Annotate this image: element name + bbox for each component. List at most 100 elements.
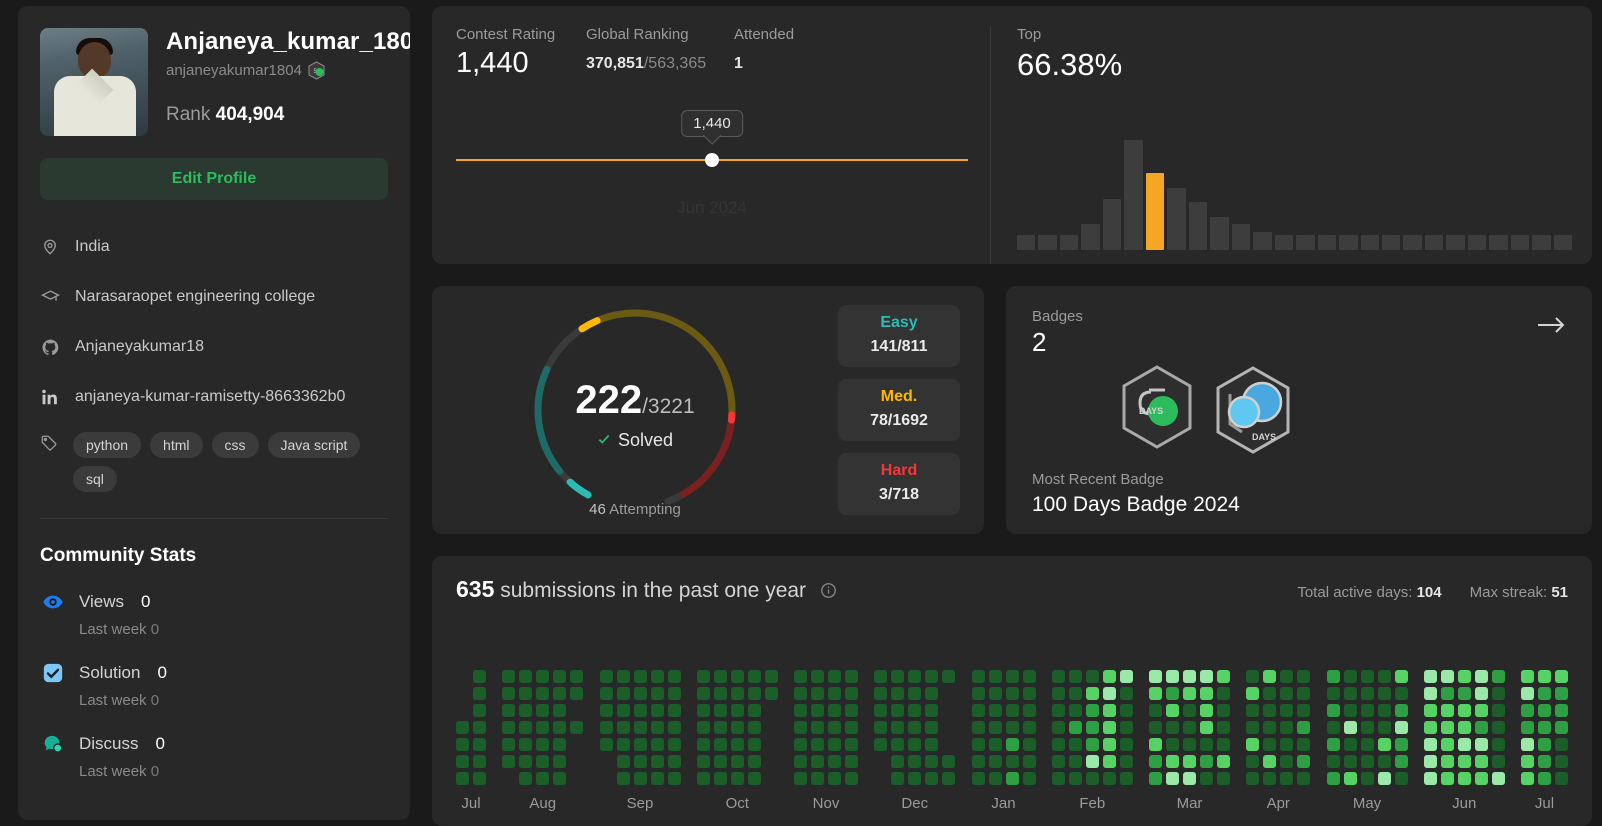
heatmap-cell[interactable] xyxy=(1217,738,1230,751)
avatar[interactable] xyxy=(40,28,148,136)
heatmap-cell[interactable] xyxy=(1102,670,1116,683)
heatmap-cell[interactable] xyxy=(794,704,807,717)
heatmap-cell[interactable] xyxy=(845,721,858,734)
heatmap-cell[interactable] xyxy=(845,772,858,785)
heatmap-cell[interactable] xyxy=(908,755,922,768)
difficulty-box-easy[interactable]: Easy 141/811 xyxy=(838,305,960,367)
heatmap-cell[interactable] xyxy=(794,721,807,734)
heatmap-cell[interactable] xyxy=(1555,687,1568,700)
heatmap-cell[interactable] xyxy=(1263,687,1277,700)
heatmap-cell[interactable] xyxy=(971,738,985,751)
heatmap-cell[interactable] xyxy=(1360,721,1374,734)
heatmap-cell[interactable] xyxy=(1246,738,1260,751)
heatmap-cell[interactable] xyxy=(1149,721,1162,734)
heatmap-cell[interactable] xyxy=(1297,687,1311,700)
heatmap-cell[interactable] xyxy=(1423,738,1437,751)
heatmap-cell[interactable] xyxy=(925,687,939,700)
skill-tag[interactable]: Java script xyxy=(267,432,361,458)
heatmap-cell[interactable] xyxy=(713,687,727,700)
heatmap-cell[interactable] xyxy=(1085,738,1099,751)
heatmap-cell[interactable] xyxy=(874,721,888,734)
heatmap-cell[interactable] xyxy=(1149,687,1162,700)
heatmap-cell[interactable] xyxy=(971,670,985,683)
heatmap-cell[interactable] xyxy=(1394,721,1408,734)
heatmap-cell[interactable] xyxy=(1166,755,1179,768)
heatmap-cell[interactable] xyxy=(828,670,841,683)
heatmap-cell[interactable] xyxy=(908,704,922,717)
heatmap-cell[interactable] xyxy=(1521,755,1534,768)
heatmap-cell[interactable] xyxy=(553,687,567,700)
heatmap-cell[interactable] xyxy=(650,755,664,768)
heatmap-cell[interactable] xyxy=(1102,687,1116,700)
heatmap-cell[interactable] xyxy=(1521,704,1534,717)
heatmap-cell[interactable] xyxy=(1360,772,1374,785)
heatmap-cell[interactable] xyxy=(1555,721,1568,734)
heatmap-cell[interactable] xyxy=(1555,670,1568,683)
heatmap-cell[interactable] xyxy=(988,704,1002,717)
heatmap-cell[interactable] xyxy=(1183,772,1196,785)
heatmap-cell[interactable] xyxy=(616,772,630,785)
heatmap-cell[interactable] xyxy=(1005,670,1019,683)
heatmap-cell[interactable] xyxy=(1297,704,1311,717)
heatmap-cell[interactable] xyxy=(1297,670,1311,683)
heatmap-cell[interactable] xyxy=(502,738,516,751)
heatmap-cell[interactable] xyxy=(1102,755,1116,768)
heatmap-cell[interactable] xyxy=(1491,738,1505,751)
heatmap-cell[interactable] xyxy=(1491,704,1505,717)
heatmap-cell[interactable] xyxy=(891,738,905,751)
heatmap-cell[interactable] xyxy=(730,687,744,700)
heatmap-cell[interactable] xyxy=(1200,721,1213,734)
heatmap-cell[interactable] xyxy=(1149,755,1162,768)
heatmap-cell[interactable] xyxy=(456,738,469,751)
heatmap-cell[interactable] xyxy=(1022,704,1036,717)
heatmap-cell[interactable] xyxy=(1491,687,1505,700)
heatmap-cell[interactable] xyxy=(1394,755,1408,768)
heatmap-cell[interactable] xyxy=(1119,755,1133,768)
heatmap-cell[interactable] xyxy=(1051,772,1065,785)
heatmap-cell[interactable] xyxy=(473,738,486,751)
heatmap-cell[interactable] xyxy=(794,755,807,768)
heatmap-cell[interactable] xyxy=(650,687,664,700)
heatmap-cell[interactable] xyxy=(971,721,985,734)
heatmap-cell[interactable] xyxy=(1474,772,1488,785)
heatmap-cell[interactable] xyxy=(1263,772,1277,785)
heatmap-cell[interactable] xyxy=(1068,772,1082,785)
heatmap-cell[interactable] xyxy=(570,670,584,683)
heatmap-cell[interactable] xyxy=(696,687,710,700)
heatmap-cell[interactable] xyxy=(1377,738,1391,751)
heatmap-cell[interactable] xyxy=(1394,670,1408,683)
heatmap-cell[interactable] xyxy=(1263,755,1277,768)
heatmap-cell[interactable] xyxy=(1149,704,1162,717)
heatmap-cell[interactable] xyxy=(502,704,516,717)
skill-tag[interactable]: css xyxy=(211,432,259,458)
heatmap-cell[interactable] xyxy=(1068,704,1082,717)
heatmap-cell[interactable] xyxy=(1005,738,1019,751)
difficulty-box-hard[interactable]: Hard 3/718 xyxy=(838,453,960,515)
heatmap-cell[interactable] xyxy=(1085,721,1099,734)
heatmap-cell[interactable] xyxy=(1343,738,1357,751)
info-row-github[interactable]: Anjaneyakumar18 xyxy=(40,322,388,372)
heatmap-cell[interactable] xyxy=(599,687,613,700)
heatmap-cell[interactable] xyxy=(828,738,841,751)
heatmap-cell[interactable] xyxy=(1457,738,1471,751)
heatmap-cell[interactable] xyxy=(925,670,939,683)
slider-knob[interactable] xyxy=(705,153,719,167)
heatmap-cell[interactable] xyxy=(1119,738,1133,751)
heatmap-cell[interactable] xyxy=(1051,687,1065,700)
heatmap-cell[interactable] xyxy=(747,772,761,785)
heatmap-cell[interactable] xyxy=(1440,738,1454,751)
heatmap-cell[interactable] xyxy=(616,670,630,683)
heatmap-cell[interactable] xyxy=(1343,670,1357,683)
badge-100-days-icon[interactable]: DAYS xyxy=(1210,364,1296,461)
skill-tag[interactable]: python xyxy=(73,432,142,458)
heatmap-cell[interactable] xyxy=(874,704,888,717)
heatmap-cell[interactable] xyxy=(696,772,710,785)
heatmap-cell[interactable] xyxy=(616,687,630,700)
heatmap-cell[interactable] xyxy=(633,704,647,717)
heatmap-cell[interactable] xyxy=(1246,687,1260,700)
heatmap-cell[interactable] xyxy=(1474,755,1488,768)
heatmap-cell[interactable] xyxy=(1183,687,1196,700)
heatmap-cell[interactable] xyxy=(988,772,1002,785)
heatmap-cell[interactable] xyxy=(633,687,647,700)
heatmap-cell[interactable] xyxy=(1051,670,1065,683)
